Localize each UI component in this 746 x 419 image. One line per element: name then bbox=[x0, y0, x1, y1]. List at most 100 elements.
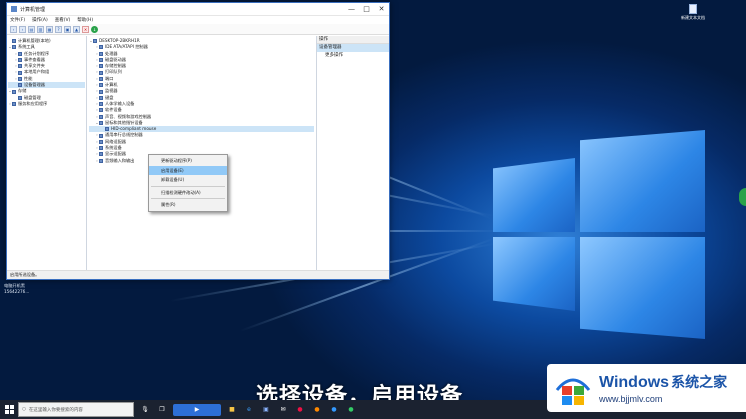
device-category-icon bbox=[105, 127, 109, 132]
menu-action[interactable]: 操作(A) bbox=[32, 17, 48, 23]
desktop-icon-label: 新建文本文档 bbox=[681, 15, 705, 20]
device-tree: ⌄ DESKTOP-2BKRH1R › IDE ATA/ATAPI 控制器 › 处理器 › 磁… bbox=[87, 36, 317, 270]
actions-device-manager[interactable]: 设备管理器 bbox=[317, 44, 389, 52]
device-category-icon bbox=[99, 76, 103, 81]
device-category-icon bbox=[99, 70, 103, 75]
actions-more[interactable]: 更多操作 bbox=[317, 52, 389, 60]
forward-icon[interactable]: › bbox=[19, 25, 26, 33]
task-view-icon[interactable]: ❐ bbox=[156, 404, 168, 416]
watermark: Windows 系统之家 www.bjjmlv.com bbox=[547, 364, 746, 412]
context-menu-item[interactable]: 更新驱动程序(P) bbox=[149, 156, 227, 166]
maximize-button[interactable]: □ bbox=[359, 3, 374, 15]
menu-help[interactable]: 帮助(H) bbox=[77, 17, 93, 23]
windows-logo-pane bbox=[493, 237, 575, 311]
device-category-icon bbox=[99, 58, 103, 63]
microphone-icon[interactable]: 🎙 bbox=[139, 404, 151, 416]
watermark-brand-cn: 系统之家 bbox=[671, 374, 728, 390]
close-button[interactable]: ✕ bbox=[374, 3, 389, 15]
device-category-icon bbox=[99, 95, 103, 100]
update-driver-icon[interactable]: ▲ bbox=[73, 25, 80, 33]
device-category-icon bbox=[99, 45, 103, 50]
context-menu-item[interactable]: 属性(R) bbox=[149, 200, 227, 210]
mail-icon[interactable]: ✉ bbox=[277, 404, 289, 416]
toolbar: ‹ › ▤ ▥ ▦ ? ▣ ▲ ✕ ↓ bbox=[7, 24, 389, 35]
text-document-icon bbox=[689, 4, 697, 14]
console-tree-label: 设备管理器 bbox=[24, 82, 45, 88]
windows-logo-pane bbox=[580, 237, 705, 339]
back-icon[interactable]: ‹ bbox=[10, 25, 17, 33]
device-category-icon bbox=[99, 64, 103, 69]
enable-device-icon[interactable]: ↓ bbox=[91, 25, 98, 33]
device-category-icon bbox=[99, 51, 103, 56]
windows-logo-icon bbox=[555, 378, 591, 405]
device-category-icon bbox=[12, 89, 16, 94]
device-category-icon bbox=[18, 70, 22, 75]
taskbar-app-computer-management[interactable]: ▶ bbox=[173, 403, 221, 416]
device-category-icon bbox=[93, 39, 97, 44]
menu-bar: 文件(F) 操作(A) 查看(V) 帮助(H) bbox=[7, 16, 389, 24]
device-category-icon bbox=[99, 83, 103, 88]
windows-logo-pane bbox=[580, 130, 705, 232]
properties-icon[interactable]: ▦ bbox=[46, 25, 53, 33]
device-category-icon bbox=[12, 45, 16, 50]
scan-hardware-icon[interactable]: ▣ bbox=[64, 25, 71, 33]
device-category-icon bbox=[18, 95, 22, 100]
device-category-icon bbox=[18, 76, 22, 81]
up-folder-icon[interactable]: ▤ bbox=[28, 25, 35, 33]
desktop-background: 新建文本文档 电脑开机黑 15642276... 计算机管理 — □ ✕ 文件(… bbox=[0, 0, 746, 400]
window-title: 计算机管理 bbox=[20, 6, 46, 13]
device-category-icon bbox=[99, 114, 103, 119]
search-placeholder: 在这里输入你要搜索的内容 bbox=[28, 407, 83, 413]
device-category-icon bbox=[18, 58, 22, 63]
app-icon-green[interactable]: ● bbox=[345, 404, 357, 416]
start-button[interactable] bbox=[0, 400, 18, 419]
menu-separator bbox=[151, 185, 225, 187]
taskbar-search-box[interactable]: ○ 在这里输入你要搜索的内容 bbox=[18, 402, 134, 417]
device-category-icon bbox=[99, 102, 103, 107]
device-category-icon bbox=[99, 152, 103, 157]
watermark-brand: Windows bbox=[599, 374, 670, 391]
actions-header: 操作 bbox=[317, 36, 389, 44]
desktop-text: 电脑开机黑 15642276... bbox=[4, 283, 30, 294]
menu-view[interactable]: 查看(V) bbox=[55, 17, 71, 23]
windows-logo-pane bbox=[493, 158, 575, 232]
device-category-icon bbox=[99, 108, 103, 113]
app-icon-orange[interactable]: ● bbox=[311, 404, 323, 416]
computer-management-icon bbox=[11, 6, 17, 12]
store-icon[interactable]: ▣ bbox=[260, 404, 272, 416]
help-icon[interactable]: ? bbox=[55, 25, 62, 33]
actions-pane: 操作 设备管理器 更多操作 bbox=[317, 36, 389, 270]
search-icon: ○ bbox=[22, 407, 26, 412]
console-tree-icon[interactable]: ▥ bbox=[37, 25, 44, 33]
watermark-url: www.bjjmlv.com bbox=[599, 394, 663, 404]
device-category-icon bbox=[12, 102, 16, 107]
context-menu-item[interactable]: 启用设备(E) bbox=[149, 165, 227, 175]
title-bar[interactable]: 计算机管理 — □ ✕ bbox=[7, 3, 389, 16]
app-icon-blue[interactable]: ● bbox=[328, 404, 340, 416]
uninstall-icon[interactable]: ✕ bbox=[82, 25, 89, 33]
device-category-icon bbox=[12, 39, 16, 44]
device-category-icon bbox=[18, 83, 22, 88]
desktop-file-icon[interactable]: 新建文本文档 bbox=[678, 4, 708, 21]
edge-icon[interactable]: e bbox=[243, 404, 255, 416]
menu-separator bbox=[151, 198, 225, 199]
device-category-icon bbox=[99, 158, 103, 163]
file-explorer-icon[interactable]: ■ bbox=[226, 404, 238, 416]
device-category-icon bbox=[18, 64, 22, 69]
context-menu: 更新驱动程序(P) 启用设备(E) 卸载设备(U) 扫描检测硬件改动(A) 属性(R) bbox=[148, 154, 228, 212]
minimize-button[interactable]: — bbox=[344, 3, 359, 15]
menu-file[interactable]: 文件(F) bbox=[10, 17, 25, 23]
status-bar: 启用所选设备。 bbox=[7, 270, 389, 279]
console-tree: 计算机管理(本地) ⌄ 系统工具 › 任务计划程序 › 事件查看器 › 共享文件夹 › 本地用户和组… bbox=[7, 36, 87, 270]
console-tree-item[interactable]: › 服务和应用程序 bbox=[8, 101, 85, 107]
device-category-icon bbox=[99, 121, 103, 125]
side-panel-handle[interactable] bbox=[739, 188, 746, 206]
context-menu-item[interactable]: 卸载设备(U) bbox=[149, 175, 227, 185]
windows-start-icon bbox=[4, 405, 14, 414]
device-tree-label: 音频输入和输出 bbox=[105, 157, 135, 163]
computer-management-window: 计算机管理 — □ ✕ 文件(F) 操作(A) 查看(V) 帮助(H) ‹ › … bbox=[6, 2, 390, 280]
app-icon-red[interactable]: ● bbox=[294, 404, 306, 416]
device-category-icon bbox=[99, 133, 103, 138]
video-subtitle: 选择设备，启用设备 bbox=[256, 384, 464, 400]
context-menu-item[interactable]: 扫描检测硬件改动(A) bbox=[149, 188, 227, 198]
